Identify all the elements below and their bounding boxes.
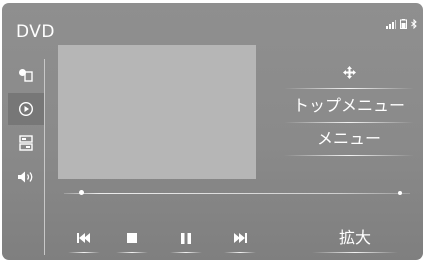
top-menu-button[interactable]: トップメニュー [284, 95, 414, 117]
sidebar-item-disc-settings[interactable] [8, 127, 44, 159]
bluetooth-icon [411, 19, 417, 29]
pause-button[interactable] [164, 225, 208, 251]
zoom-button[interactable]: 拡大 [320, 226, 390, 250]
status-bar [386, 19, 417, 29]
skip-forward-button[interactable] [218, 225, 262, 251]
divider [224, 252, 256, 253]
screen-title: DVD [16, 22, 56, 42]
playback-progress-track[interactable] [64, 193, 410, 194]
menu-button[interactable]: メニュー [284, 128, 414, 150]
sidebar-item-volume[interactable] [8, 161, 44, 193]
sidebar-item-playback[interactable] [8, 93, 44, 125]
divider [170, 252, 202, 253]
play-circle-icon [18, 101, 34, 117]
skip-back-icon [77, 233, 91, 243]
pause-icon [181, 232, 191, 244]
move-cross-icon [342, 63, 356, 85]
move-menu-button[interactable] [284, 63, 414, 85]
speaker-volume-icon [17, 170, 35, 184]
skip-forward-icon [233, 233, 247, 243]
stop-icon [127, 233, 137, 243]
playback-progress-end [398, 191, 402, 195]
video-display[interactable] [58, 45, 256, 179]
signal-bars-icon [386, 20, 396, 29]
divider [284, 155, 414, 156]
phone-battery-icon [400, 19, 407, 29]
skip-back-button[interactable] [62, 225, 106, 251]
disc-settings-icon [19, 135, 33, 151]
divider [68, 252, 100, 253]
divider [284, 88, 414, 89]
divider [116, 252, 148, 253]
dvd-screen: DVD トップメニュー メニュー 拡大 [2, 3, 423, 260]
divider [284, 122, 414, 123]
sidebar-item-source[interactable] [8, 59, 44, 91]
media-source-icon [18, 68, 34, 82]
divider [312, 252, 398, 253]
stop-button[interactable] [110, 225, 154, 251]
sidebar [8, 59, 45, 255]
playback-progress-knob[interactable] [78, 190, 84, 195]
